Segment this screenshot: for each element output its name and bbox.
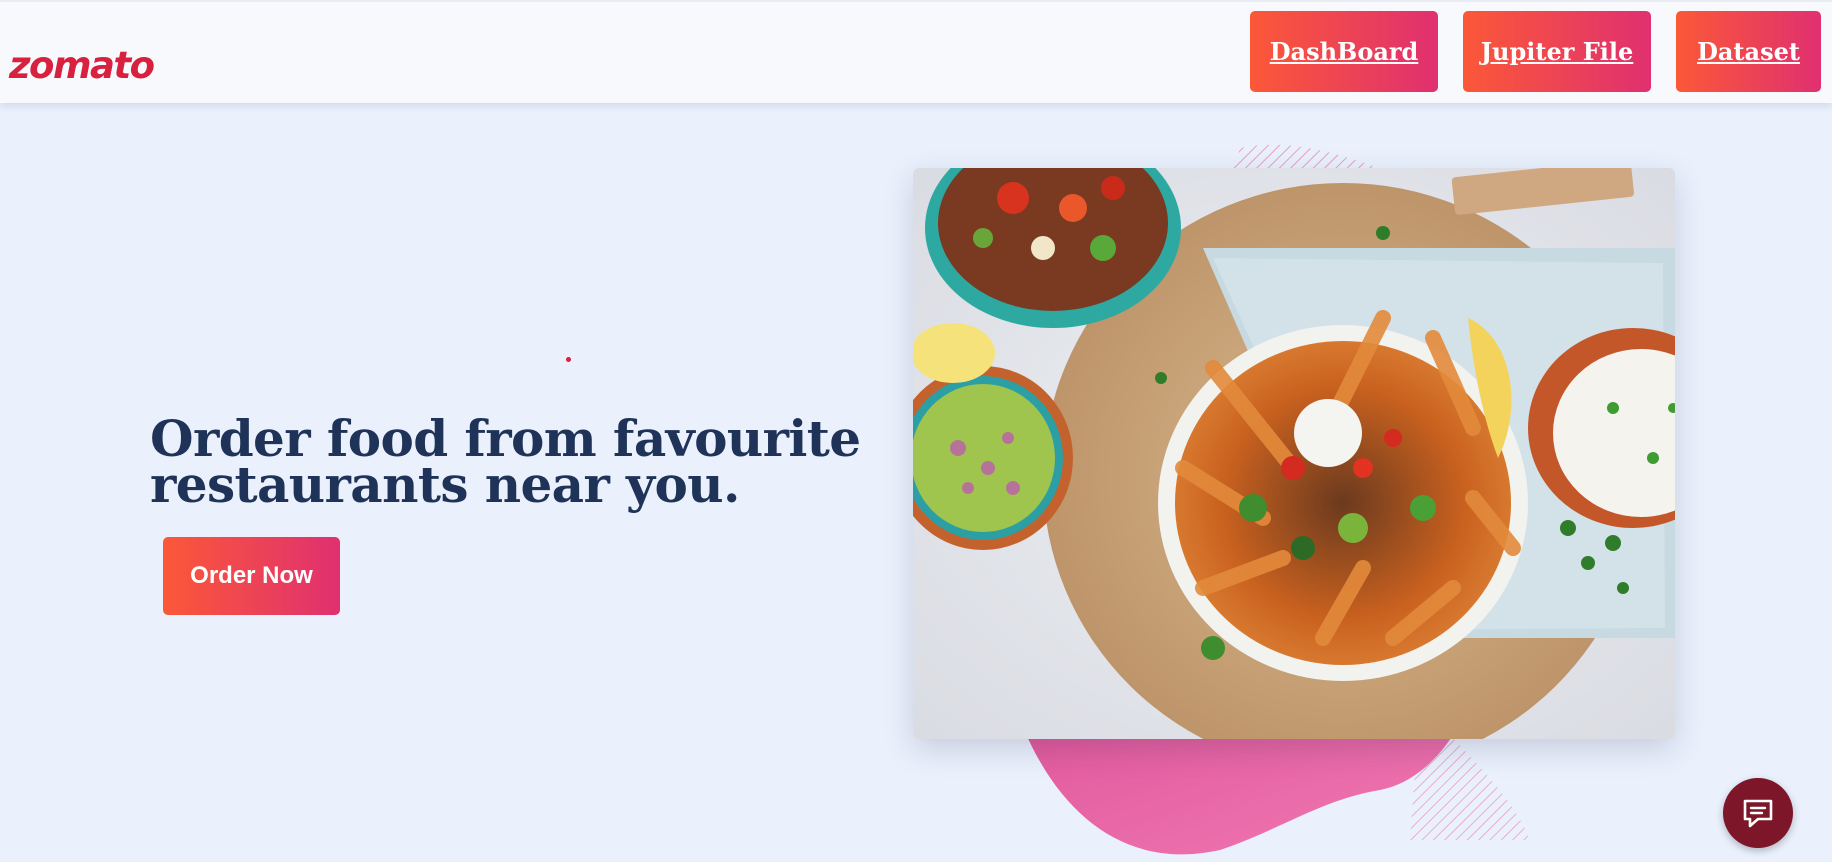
food-photo	[913, 168, 1675, 739]
order-now-button[interactable]: Order Now	[163, 537, 340, 615]
zomato-logo[interactable]: zomato	[9, 44, 155, 87]
dashboard-button[interactable]: DashBoard	[1250, 11, 1438, 92]
hero-title: Order food from favourite restaurants ne…	[150, 409, 861, 514]
decorative-dot	[566, 357, 571, 362]
chat-icon	[1743, 799, 1773, 828]
food-photo-illustration	[913, 168, 1675, 739]
top-navbar: zomato DashBoard Jupiter File Dataset	[0, 0, 1832, 103]
jupiter-file-button[interactable]: Jupiter File	[1463, 11, 1651, 92]
dataset-button[interactable]: Dataset	[1676, 11, 1821, 92]
chat-button[interactable]	[1723, 778, 1793, 848]
